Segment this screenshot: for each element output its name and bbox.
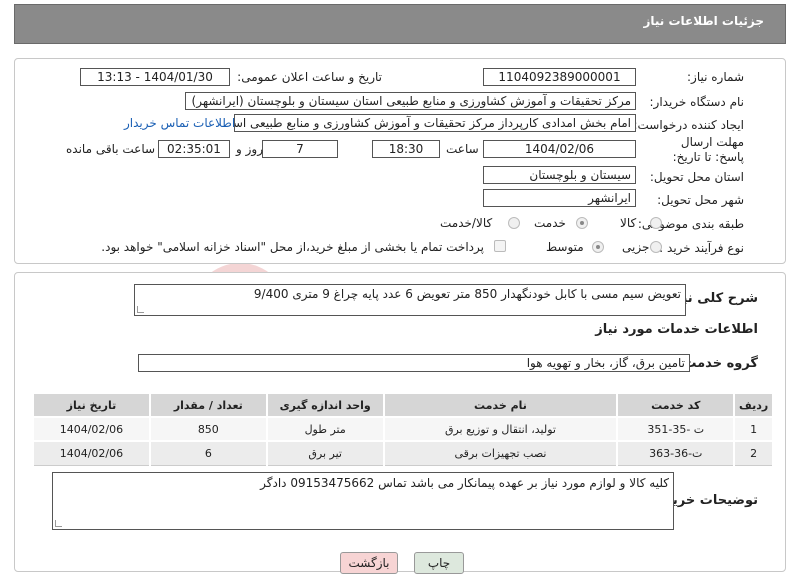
row-date: 1404/02/06	[32, 440, 151, 466]
col-header-date: تاریخ نیاز	[32, 392, 151, 418]
province-field[interactable]: سیستان و بلوچستان	[483, 166, 636, 184]
row-unit: تیر برق	[265, 440, 385, 466]
category-goods-service-label: کالا/خدمت	[440, 216, 493, 230]
category-goods-service-radio[interactable]	[508, 217, 520, 229]
category-goods-radio[interactable]	[650, 217, 662, 229]
row-date: 1404/02/06	[32, 416, 151, 442]
province-label: استان محل تحویل:	[649, 170, 744, 184]
row-index: 1	[733, 416, 774, 442]
treasury-checkbox[interactable]	[494, 240, 506, 252]
city-field[interactable]: ایرانشهر	[483, 189, 636, 207]
treasury-text: پرداخت تمام یا بخشی از مبلغ خرید،از محل …	[101, 240, 484, 254]
deadline-time-label: ساعت	[446, 142, 479, 156]
purchase-type-label: نوع فرآیند خرید :	[659, 241, 744, 255]
row-qty: 6	[148, 440, 268, 466]
services-table: ردیف کد خدمت نام خدمت واحد اندازه گیری ت…	[32, 392, 774, 466]
remaining-time-label: ساعت باقی مانده	[66, 142, 156, 156]
need-number-label: شماره نیاز:	[687, 70, 744, 84]
city-label: شهر محل تحویل:	[657, 193, 744, 207]
deadline-days-label: روز و	[236, 142, 263, 156]
category-goods-label: کالا	[620, 216, 637, 230]
remaining-time-field[interactable]: 02:35:01	[158, 140, 230, 158]
service-group-label: گروه خدمت:	[678, 356, 758, 371]
col-header-unit: واحد اندازه گیری	[265, 392, 385, 418]
purchase-type-minor-radio[interactable]	[650, 241, 662, 253]
col-header-qty: تعداد / مقدار	[148, 392, 268, 418]
col-header-code: کد خدمت	[616, 392, 736, 418]
row-qty: 850	[148, 416, 268, 442]
table-row: 2 ت-36-363 نصب تجهیزات برقی تیر برق 6 14…	[32, 440, 774, 466]
buyer-org-label: نام دستگاه خریدار:	[649, 95, 745, 109]
creator-label: ایجاد کننده درخواست:	[633, 118, 744, 132]
row-unit: متر طول	[265, 416, 385, 442]
back-button[interactable]: بازگشت	[340, 552, 398, 574]
table-row: 1 ت -35-351 تولید، انتقال و توزیع برق مت…	[32, 416, 774, 442]
col-header-index: ردیف	[733, 392, 774, 418]
col-header-name: نام خدمت	[382, 392, 619, 418]
services-section-title: اطلاعات خدمات مورد نیاز	[595, 322, 758, 337]
category-service-label: خدمت	[534, 216, 566, 230]
deadline-time-field[interactable]: 18:30	[372, 140, 440, 158]
page-title: جزئیات اطلاعات نیاز	[643, 14, 764, 28]
summary-field[interactable]: تعویض سیم مسی با کابل خودنگهدار 850 متر …	[134, 284, 686, 316]
row-code: ت -35-351	[616, 416, 736, 442]
creator-field[interactable]: امام بخش امدادی کارپرداز مرکز تحقیقات و …	[234, 114, 636, 132]
row-name: تولید، انتقال و توزیع برق	[382, 416, 619, 442]
category-service-radio[interactable]	[576, 217, 588, 229]
table-header-row: ردیف کد خدمت نام خدمت واحد اندازه گیری ت…	[32, 392, 774, 418]
service-group-field[interactable]: تامین برق، گاز، بخار و تهویه هوا	[138, 354, 690, 372]
need-number-field[interactable]: 1104092389000001	[483, 68, 636, 86]
print-button[interactable]: چاپ	[414, 552, 464, 574]
row-code: ت-36-363	[616, 440, 736, 466]
deadline-date-field[interactable]: 1404/02/06	[483, 140, 636, 158]
purchase-type-medium-label: متوسط	[546, 240, 584, 254]
deadline-days-field[interactable]: 7	[262, 140, 338, 158]
announce-datetime-field[interactable]: 1404/01/30 - 13:13	[80, 68, 230, 86]
purchase-type-minor-label: جزیی	[622, 240, 650, 254]
deadline-label: مهلت ارسال پاسخ: تا تاریخ:	[672, 135, 744, 164]
buyer-org-field[interactable]: مرکز تحقیقات و آموزش کشاورزی و منابع طبی…	[185, 92, 636, 110]
announce-datetime-label: تاریخ و ساعت اعلان عمومی:	[237, 70, 382, 84]
row-name: نصب تجهیزات برقی	[382, 440, 619, 466]
buyer-notes-field[interactable]: کلیه کالا و لوازم مورد نیاز بر عهده پیما…	[52, 472, 674, 530]
purchase-type-medium-radio[interactable]	[592, 241, 604, 253]
row-index: 2	[733, 440, 774, 466]
buyer-contact-link[interactable]: اطلاعات تماس خریدار	[124, 116, 235, 130]
